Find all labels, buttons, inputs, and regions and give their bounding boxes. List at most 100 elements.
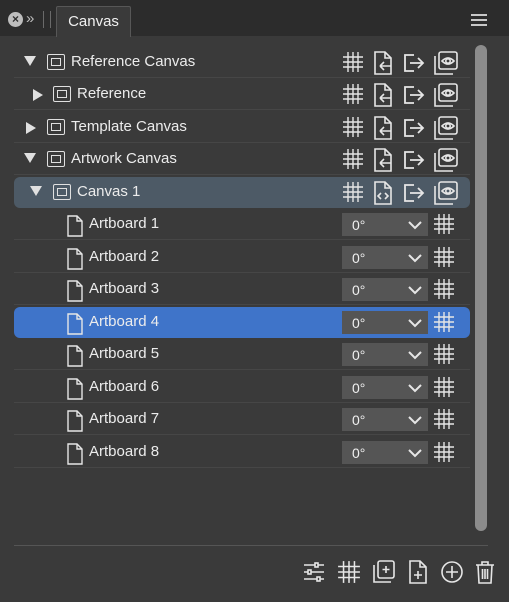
- export-icon[interactable]: [402, 148, 426, 172]
- chevron-down-icon: [408, 285, 422, 295]
- rotation-dropdown[interactable]: 0°: [342, 343, 428, 366]
- document-link-icon[interactable]: [372, 51, 394, 75]
- artboard-row-1[interactable]: Artboard 1 0°: [14, 209, 470, 240]
- panel-menu-icon[interactable]: [471, 14, 487, 29]
- row-icons: [338, 116, 458, 140]
- expand-arrow-icon[interactable]: [30, 186, 42, 196]
- rotation-value: 0°: [352, 445, 366, 461]
- expand-arrow-icon[interactable]: [24, 56, 36, 66]
- grid-icon[interactable]: [337, 560, 361, 584]
- expand-arrow-icon[interactable]: [26, 122, 36, 134]
- artboard-row-2[interactable]: Artboard 2 0°: [14, 242, 470, 273]
- rotation-dropdown[interactable]: 0°: [342, 441, 428, 464]
- grid-icon[interactable]: [433, 343, 455, 365]
- rotation-value: 0°: [352, 315, 366, 331]
- export-icon[interactable]: [402, 83, 426, 107]
- export-icon[interactable]: [402, 116, 426, 140]
- visibility-icon[interactable]: [434, 148, 458, 172]
- chevron-down-icon: [408, 383, 422, 393]
- artboard-row-4[interactable]: Artboard 4 0°: [14, 307, 470, 338]
- rotation-dropdown[interactable]: 0°: [342, 376, 428, 399]
- tree-row-template-canvas[interactable]: Template Canvas: [14, 112, 470, 143]
- divider: [14, 545, 488, 546]
- tree-row-reference[interactable]: Reference: [14, 79, 470, 110]
- visibility-icon[interactable]: [434, 181, 458, 205]
- visibility-icon[interactable]: [434, 83, 458, 107]
- grid-icon[interactable]: [433, 278, 455, 300]
- grid-icon[interactable]: [433, 408, 455, 430]
- document-link-icon[interactable]: [372, 116, 394, 140]
- expand-arrow-icon[interactable]: [24, 153, 36, 163]
- rotation-value: 0°: [352, 380, 366, 396]
- rotation-dropdown[interactable]: 0°: [342, 213, 428, 236]
- grid-icon[interactable]: [342, 181, 364, 203]
- grid-icon[interactable]: [342, 116, 364, 138]
- canvas-icon: [47, 54, 65, 70]
- export-icon[interactable]: [402, 181, 426, 205]
- rotation-dropdown[interactable]: 0°: [342, 246, 428, 269]
- tree-row-reference-canvas[interactable]: Reference Canvas: [14, 47, 470, 78]
- drag-grip-icon[interactable]: [43, 11, 51, 28]
- tree-row-label: Reference Canvas: [71, 53, 196, 70]
- chevron-down-icon: [408, 448, 422, 458]
- export-icon[interactable]: [402, 51, 426, 75]
- artboard-row-8[interactable]: Artboard 8 0°: [14, 437, 470, 468]
- tree-row-canvas-1[interactable]: Canvas 1: [14, 177, 470, 208]
- rotation-dropdown[interactable]: 0°: [342, 278, 428, 301]
- row-icons: [338, 51, 458, 75]
- grid-icon[interactable]: [342, 51, 364, 73]
- tree-row-artwork-canvas[interactable]: Artwork Canvas: [14, 144, 470, 175]
- chevron-down-icon: [408, 253, 422, 263]
- close-icon[interactable]: ×: [8, 12, 23, 27]
- artboard-label: Artboard 3: [89, 280, 160, 297]
- expand-arrow-icon[interactable]: [33, 89, 43, 101]
- document-link-icon[interactable]: [372, 148, 394, 172]
- row-icons: [338, 148, 458, 172]
- grid-icon[interactable]: [433, 311, 455, 333]
- tab-canvas[interactable]: Canvas: [56, 6, 131, 37]
- chevron-down-icon: [408, 318, 422, 328]
- rotation-dropdown[interactable]: 0°: [342, 408, 428, 431]
- chevron-down-icon: [408, 350, 422, 360]
- chevron-down-icon: [408, 415, 422, 425]
- document-code-icon[interactable]: [372, 181, 394, 205]
- rotation-value: 0°: [352, 282, 366, 298]
- artboard-row-6[interactable]: Artboard 6 0°: [14, 372, 470, 403]
- trash-icon[interactable]: [474, 560, 496, 584]
- artboard-row-7[interactable]: Artboard 7 0°: [14, 404, 470, 435]
- document-icon: [66, 378, 84, 400]
- add-icon[interactable]: [440, 560, 464, 584]
- collapse-icon[interactable]: »: [26, 10, 34, 27]
- scrollbar[interactable]: [475, 45, 487, 531]
- chevron-down-icon: [408, 220, 422, 230]
- artboard-label: Artboard 5: [89, 345, 160, 362]
- document-icon: [66, 345, 84, 367]
- grid-icon[interactable]: [433, 246, 455, 268]
- document-link-icon[interactable]: [372, 83, 394, 107]
- rotation-dropdown[interactable]: 0°: [342, 311, 428, 334]
- grid-icon[interactable]: [433, 376, 455, 398]
- artboard-row-5[interactable]: Artboard 5 0°: [14, 339, 470, 370]
- artboard-label: Artboard 4: [89, 313, 160, 330]
- grid-icon[interactable]: [433, 441, 455, 463]
- row-icons: [338, 83, 458, 107]
- settings-sliders-icon[interactable]: [302, 560, 326, 584]
- tree-row-label: Reference: [77, 85, 147, 102]
- grid-icon[interactable]: [433, 213, 455, 235]
- visibility-icon[interactable]: [434, 116, 458, 140]
- grid-icon[interactable]: [342, 148, 364, 170]
- new-document-icon[interactable]: [407, 560, 429, 584]
- panel-header: × » Canvas: [0, 0, 509, 37]
- document-icon: [66, 215, 84, 237]
- artboard-label: Artboard 1: [89, 215, 160, 232]
- artboard-label: Artboard 2: [89, 248, 160, 265]
- canvas-icon: [47, 151, 65, 167]
- tree-row-label: Template Canvas: [71, 118, 187, 135]
- artboard-row-3[interactable]: Artboard 3 0°: [14, 274, 470, 305]
- grid-icon[interactable]: [342, 83, 364, 105]
- canvas-icon: [53, 86, 71, 102]
- rotation-value: 0°: [352, 412, 366, 428]
- rotation-value: 0°: [352, 250, 366, 266]
- duplicate-icon[interactable]: [372, 560, 396, 584]
- visibility-icon[interactable]: [434, 51, 458, 75]
